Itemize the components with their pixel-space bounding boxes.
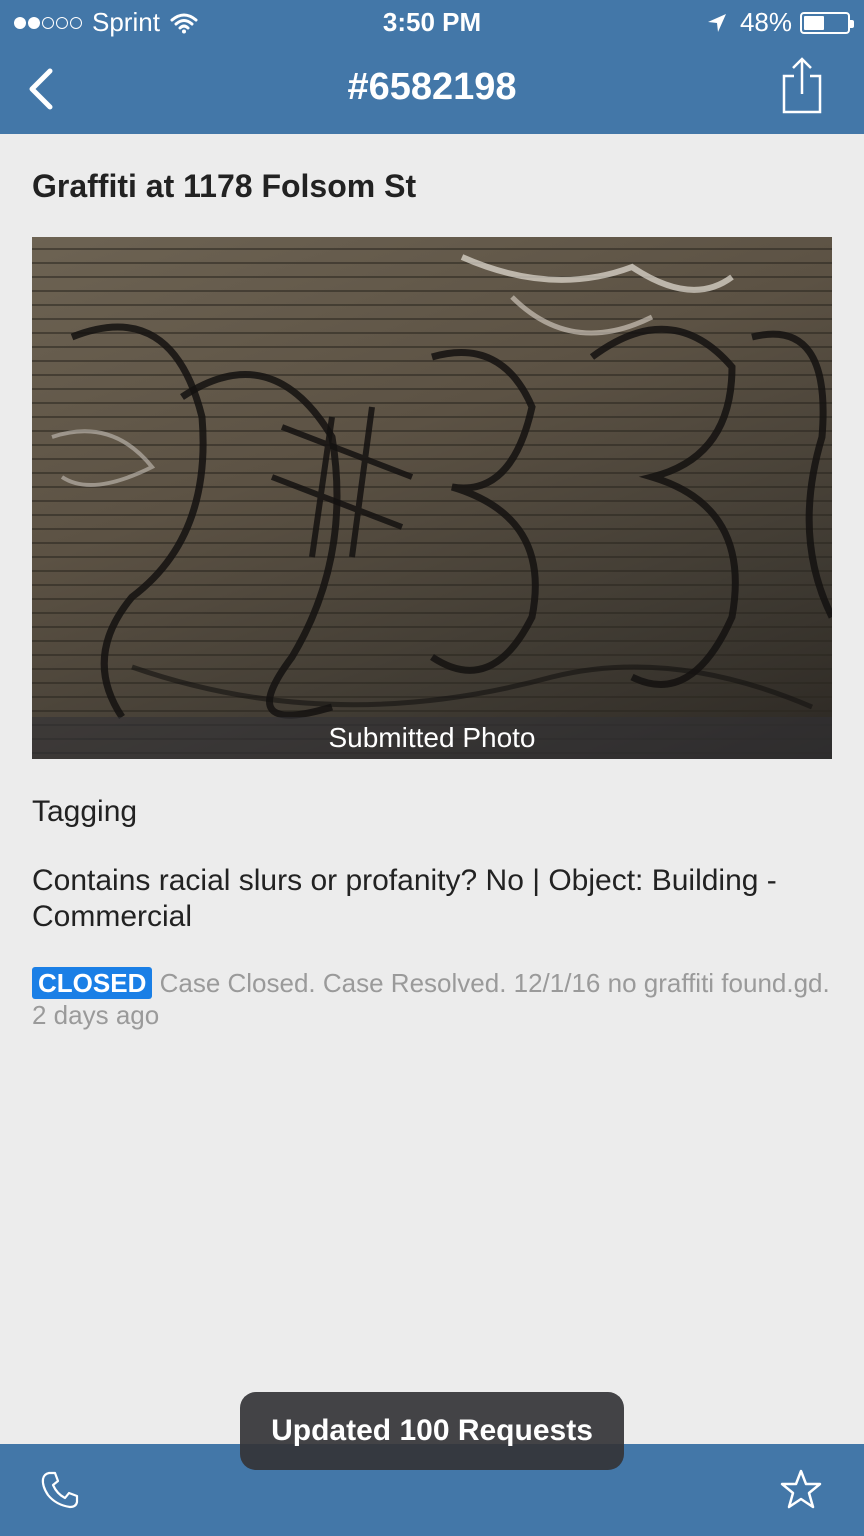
request-id-title: #6582198 (347, 66, 517, 108)
status-right: 48% (706, 7, 854, 38)
phone-icon[interactable] (40, 1470, 80, 1510)
battery-percent: 48% (739, 7, 792, 37)
submitted-photo[interactable]: Submitted Photo (32, 237, 832, 759)
star-icon[interactable] (780, 1468, 822, 1510)
request-category: Tagging (32, 795, 138, 828)
request-detail: Graffiti at 1178 Folsom St Submitted Pho… (32, 134, 832, 1031)
share-icon[interactable] (780, 56, 824, 114)
case-status-text: Case Closed. Case Resolved. 12/1/16 no g… (32, 968, 830, 1030)
status-bar: Sprint 3:50 PM 48% (0, 0, 864, 44)
request-title: Graffiti at 1178 Folsom St (32, 168, 417, 204)
nav-bar: #6582198 (0, 44, 864, 134)
toast-notification: Updated 100 Requests (240, 1392, 624, 1470)
location-arrow-icon (707, 13, 726, 32)
photo-caption: Submitted Photo (32, 717, 832, 759)
battery-icon (800, 11, 854, 34)
status-badge: CLOSED (32, 967, 153, 999)
top-bar: Sprint 3:50 PM 48% #6582198 (0, 0, 864, 134)
case-status: CLOSED Case Closed. Case Resolved. 12/1/… (32, 967, 832, 1031)
request-description: Contains racial slurs or profanity? No |… (32, 864, 777, 933)
graffiti-photo-image (32, 237, 832, 759)
